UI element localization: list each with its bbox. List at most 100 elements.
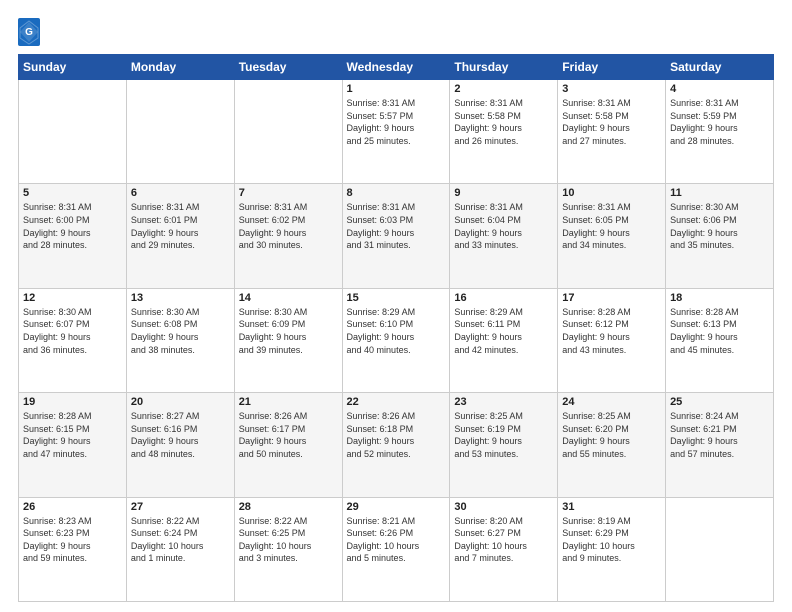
day-info: Sunrise: 8:31 AM Sunset: 6:01 PM Dayligh… xyxy=(131,201,230,251)
calendar-cell: 17 Sunrise: 8:28 AM Sunset: 6:12 PM Dayli… xyxy=(558,288,666,392)
calendar-cell xyxy=(19,80,127,184)
day-info: Sunrise: 8:30 AM Sunset: 6:09 PM Dayligh… xyxy=(239,306,338,356)
day-info: Sunrise: 8:29 AM Sunset: 6:10 PM Dayligh… xyxy=(347,306,446,356)
calendar-cell: 28Sunrise: 8:22 AM Sunset: 6:25 PM Dayli… xyxy=(234,497,342,601)
weekday-sunday: Sunday xyxy=(19,55,127,80)
day-number: 17 xyxy=(562,292,661,304)
day-number: 15 xyxy=(347,292,446,304)
day-number: 21 xyxy=(239,396,338,408)
calendar-cell: 3 Sunrise: 8:31 AM Sunset: 5:58 PM Daylig… xyxy=(558,80,666,184)
week-row-3: 12Sunrise: 8:30 AM Sunset: 6:07 PM Dayli… xyxy=(19,288,774,392)
day-info: Sunrise: 8:25 AM Sunset: 6:20 PM Dayligh… xyxy=(562,410,661,460)
day-info: Sunrise: 8:21 AM Sunset: 6:26 PM Dayligh… xyxy=(347,515,446,565)
day-info: Sunrise: 8:31 AM Sunset: 5:58 PM Dayligh… xyxy=(454,97,553,147)
day-number: 6 xyxy=(131,187,230,199)
calendar-cell: 23 Sunrise: 8:25 AM Sunset: 6:19 PM Dayli… xyxy=(450,393,558,497)
day-number: 23 xyxy=(454,396,553,408)
day-info: Sunrise: 8:31 AM Sunset: 5:58 PM Dayligh… xyxy=(562,97,661,147)
day-number: 20 xyxy=(131,396,230,408)
day-number: 12 xyxy=(23,292,122,304)
day-number: 1 xyxy=(347,83,446,95)
svg-text:G: G xyxy=(25,27,33,38)
day-number: 30 xyxy=(454,501,553,513)
day-info: Sunrise: 8:22 AM Sunset: 6:24 PM Dayligh… xyxy=(131,515,230,565)
calendar-cell: 26 Sunrise: 8:23 AM Sunset: 6:23 PM Dayli… xyxy=(19,497,127,601)
day-info: Sunrise: 8:30 AM Sunset: 6:06 PM Dayligh… xyxy=(670,201,769,251)
day-number: 7 xyxy=(239,187,338,199)
weekday-thursday: Thursday xyxy=(450,55,558,80)
day-info: Sunrise: 8:31 AM Sunset: 6:02 PM Dayligh… xyxy=(239,201,338,251)
day-number: 29 xyxy=(347,501,446,513)
day-number: 18 xyxy=(670,292,769,304)
day-number: 27 xyxy=(131,501,230,513)
day-info: Sunrise: 8:23 AM Sunset: 6:23 PM Dayligh… xyxy=(23,515,122,565)
weekday-tuesday: Tuesday xyxy=(234,55,342,80)
day-info: Sunrise: 8:30 AM Sunset: 6:08 PM Dayligh… xyxy=(131,306,230,356)
weekday-wednesday: Wednesday xyxy=(342,55,450,80)
logo: G xyxy=(18,18,43,46)
day-number: 19 xyxy=(23,396,122,408)
logo-icon: G xyxy=(18,18,40,46)
weekday-friday: Friday xyxy=(558,55,666,80)
calendar-cell: 4 Sunrise: 8:31 AM Sunset: 5:59 PM Daylig… xyxy=(666,80,774,184)
calendar-cell: 11 Sunrise: 8:30 AM Sunset: 6:06 PM Dayli… xyxy=(666,184,774,288)
calendar-cell: 14 Sunrise: 8:30 AM Sunset: 6:09 PM Dayli… xyxy=(234,288,342,392)
day-info: Sunrise: 8:24 AM Sunset: 6:21 PM Dayligh… xyxy=(670,410,769,460)
day-info: Sunrise: 8:19 AM Sunset: 6:29 PM Dayligh… xyxy=(562,515,661,565)
week-row-4: 19 Sunrise: 8:28 AM Sunset: 6:15 PM Dayli… xyxy=(19,393,774,497)
weekday-saturday: Saturday xyxy=(666,55,774,80)
calendar-cell: 10 Sunrise: 8:31 AM Sunset: 6:05 PM Dayli… xyxy=(558,184,666,288)
day-info: Sunrise: 8:28 AM Sunset: 6:12 PM Dayligh… xyxy=(562,306,661,356)
day-number: 4 xyxy=(670,83,769,95)
day-info: Sunrise: 8:22 AM Sunset: 6:25 PM Dayligh… xyxy=(239,515,338,565)
calendar-cell: 24Sunrise: 8:25 AM Sunset: 6:20 PM Dayli… xyxy=(558,393,666,497)
day-number: 10 xyxy=(562,187,661,199)
day-info: Sunrise: 8:28 AM Sunset: 6:15 PM Dayligh… xyxy=(23,410,122,460)
calendar-cell: 13Sunrise: 8:30 AM Sunset: 6:08 PM Dayli… xyxy=(126,288,234,392)
day-info: Sunrise: 8:31 AM Sunset: 6:05 PM Dayligh… xyxy=(562,201,661,251)
calendar-cell: 9Sunrise: 8:31 AM Sunset: 6:04 PM Daylig… xyxy=(450,184,558,288)
calendar-cell: 5Sunrise: 8:31 AM Sunset: 6:00 PM Daylig… xyxy=(19,184,127,288)
calendar-cell xyxy=(126,80,234,184)
calendar-cell: 21 Sunrise: 8:26 AM Sunset: 6:17 PM Dayli… xyxy=(234,393,342,497)
day-info: Sunrise: 8:26 AM Sunset: 6:18 PM Dayligh… xyxy=(347,410,446,460)
calendar-cell: 29 Sunrise: 8:21 AM Sunset: 6:26 PM Dayli… xyxy=(342,497,450,601)
week-row-2: 5Sunrise: 8:31 AM Sunset: 6:00 PM Daylig… xyxy=(19,184,774,288)
calendar-cell: 12Sunrise: 8:30 AM Sunset: 6:07 PM Dayli… xyxy=(19,288,127,392)
day-info: Sunrise: 8:25 AM Sunset: 6:19 PM Dayligh… xyxy=(454,410,553,460)
calendar-cell: 1 Sunrise: 8:31 AM Sunset: 5:57 PM Daylig… xyxy=(342,80,450,184)
day-number: 22 xyxy=(347,396,446,408)
day-info: Sunrise: 8:31 AM Sunset: 5:57 PM Dayligh… xyxy=(347,97,446,147)
day-number: 14 xyxy=(239,292,338,304)
page-header: G xyxy=(18,18,774,46)
calendar-cell: 7 Sunrise: 8:31 AM Sunset: 6:02 PM Daylig… xyxy=(234,184,342,288)
week-row-5: 26 Sunrise: 8:23 AM Sunset: 6:23 PM Dayli… xyxy=(19,497,774,601)
calendar-cell: 15 Sunrise: 8:29 AM Sunset: 6:10 PM Dayli… xyxy=(342,288,450,392)
calendar-cell: 31 Sunrise: 8:19 AM Sunset: 6:29 PM Dayli… xyxy=(558,497,666,601)
day-number: 26 xyxy=(23,501,122,513)
day-number: 3 xyxy=(562,83,661,95)
day-info: Sunrise: 8:31 AM Sunset: 6:03 PM Dayligh… xyxy=(347,201,446,251)
calendar-cell xyxy=(666,497,774,601)
calendar-cell: 25 Sunrise: 8:24 AM Sunset: 6:21 PM Dayli… xyxy=(666,393,774,497)
calendar-cell: 18 Sunrise: 8:28 AM Sunset: 6:13 PM Dayli… xyxy=(666,288,774,392)
day-info: Sunrise: 8:26 AM Sunset: 6:17 PM Dayligh… xyxy=(239,410,338,460)
day-info: Sunrise: 8:20 AM Sunset: 6:27 PM Dayligh… xyxy=(454,515,553,565)
calendar-cell: 8 Sunrise: 8:31 AM Sunset: 6:03 PM Daylig… xyxy=(342,184,450,288)
weekday-monday: Monday xyxy=(126,55,234,80)
day-number: 5 xyxy=(23,187,122,199)
calendar-cell: 22 Sunrise: 8:26 AM Sunset: 6:18 PM Dayli… xyxy=(342,393,450,497)
day-info: Sunrise: 8:31 AM Sunset: 5:59 PM Dayligh… xyxy=(670,97,769,147)
calendar-cell xyxy=(234,80,342,184)
weekday-header-row: SundayMondayTuesdayWednesdayThursdayFrid… xyxy=(19,55,774,80)
day-number: 9 xyxy=(454,187,553,199)
calendar-cell: 30 Sunrise: 8:20 AM Sunset: 6:27 PM Dayli… xyxy=(450,497,558,601)
day-number: 8 xyxy=(347,187,446,199)
calendar-cell: 16Sunrise: 8:29 AM Sunset: 6:11 PM Dayli… xyxy=(450,288,558,392)
day-info: Sunrise: 8:27 AM Sunset: 6:16 PM Dayligh… xyxy=(131,410,230,460)
day-info: Sunrise: 8:28 AM Sunset: 6:13 PM Dayligh… xyxy=(670,306,769,356)
day-number: 2 xyxy=(454,83,553,95)
day-number: 11 xyxy=(670,187,769,199)
day-number: 31 xyxy=(562,501,661,513)
day-number: 25 xyxy=(670,396,769,408)
